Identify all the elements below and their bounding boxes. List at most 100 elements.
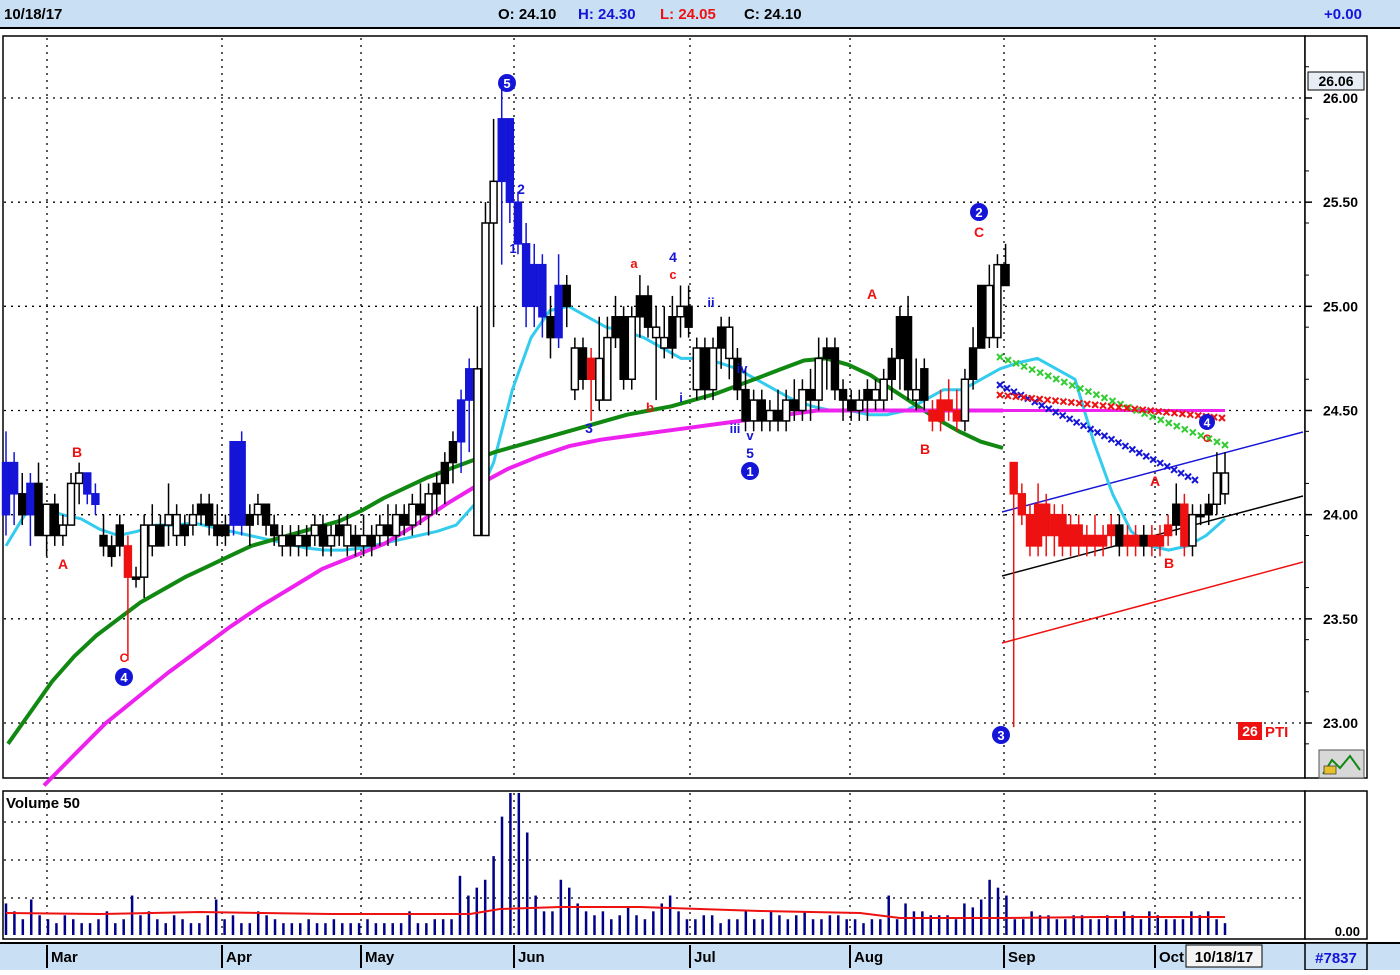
wave-3: 3 — [585, 420, 593, 436]
candle — [619, 306, 628, 390]
wave-5: 5 — [746, 445, 754, 461]
candle-body — [936, 399, 945, 422]
wave-2: 2 — [517, 181, 525, 197]
candle-body — [310, 524, 320, 537]
candle-body — [895, 316, 905, 360]
candle-body — [164, 513, 173, 526]
candle-body — [1017, 493, 1027, 516]
candle-body — [513, 201, 523, 245]
chart-settings-icon[interactable] — [1318, 749, 1365, 779]
candle-body — [790, 399, 799, 412]
candle-body — [1009, 461, 1018, 495]
month-label: May — [365, 949, 395, 966]
candle-body — [1123, 534, 1132, 547]
candle-body — [334, 524, 344, 537]
candle-body — [1139, 534, 1148, 547]
candle-body — [928, 409, 937, 422]
header-change: +0.00 — [1324, 6, 1362, 23]
candle-body — [976, 284, 986, 349]
candle-body — [302, 534, 311, 547]
wave-A-left: A — [58, 556, 68, 572]
wave-circle-4-right-label: 4 — [1204, 416, 1211, 430]
candle-body — [798, 388, 807, 412]
candle-body — [1107, 524, 1116, 537]
wave-iv: iv — [737, 361, 749, 376]
candle-body — [814, 357, 823, 401]
candle-body — [1090, 534, 1100, 547]
wave-circle-5-label: 5 — [503, 76, 510, 91]
wave-B-right: B — [1164, 555, 1174, 571]
header-close: C: 24.10 — [744, 6, 802, 23]
candle-body — [595, 357, 604, 401]
candle-body — [440, 461, 450, 485]
candle-body — [846, 399, 856, 412]
candle-body — [481, 222, 490, 537]
candle-body — [765, 409, 775, 422]
candle-body — [188, 513, 198, 526]
candle-body — [781, 399, 791, 422]
candle-body — [1098, 534, 1108, 547]
candle-body — [351, 534, 360, 547]
pti-label: PTI — [1265, 724, 1288, 741]
candle-body — [180, 524, 189, 537]
candle-body — [107, 545, 116, 558]
candle-body — [1155, 534, 1165, 547]
candle-body — [1131, 534, 1140, 547]
wave-c-small: c — [669, 267, 676, 282]
candle-body — [318, 524, 328, 547]
candle-body — [408, 503, 417, 526]
candle-body — [530, 263, 539, 308]
wave-i: i — [679, 390, 683, 405]
candle-body — [278, 534, 287, 547]
candle-body — [58, 524, 68, 537]
candle-body — [538, 263, 547, 318]
candle-body — [213, 524, 222, 537]
candle-body — [343, 524, 352, 547]
wave-A-right: A — [1150, 473, 1160, 489]
candle-body — [911, 388, 921, 401]
candle-body — [367, 534, 376, 547]
candle-body — [660, 336, 669, 349]
candle-body — [123, 545, 133, 578]
candle-body — [871, 388, 880, 401]
candle-body — [985, 284, 994, 339]
candle-body — [1172, 503, 1181, 526]
wave-C-left: C — [120, 651, 129, 665]
candle — [237, 431, 246, 536]
wave-b-small: b — [646, 400, 654, 415]
candle-body — [74, 472, 84, 485]
price-tick-label: 23.00 — [1323, 715, 1358, 731]
candle-body — [18, 493, 27, 516]
candle-body — [286, 534, 295, 547]
wave-4: 4 — [669, 249, 677, 265]
month-label: Sep — [1008, 949, 1036, 966]
volume-axis[interactable] — [1304, 790, 1368, 940]
candle-body — [879, 378, 888, 401]
candle-body — [952, 409, 962, 422]
candle-body — [668, 316, 677, 349]
candle-body — [172, 513, 181, 537]
candle-body — [741, 388, 750, 422]
candle-body — [1033, 503, 1043, 547]
candle-body — [920, 368, 929, 401]
header-low: L: 24.05 — [660, 6, 716, 23]
candle-body — [562, 284, 571, 308]
candle-body — [391, 513, 401, 537]
candle — [993, 254, 1002, 348]
wave-B-left: B — [72, 444, 82, 460]
wave-A-mid: A — [867, 286, 877, 302]
candle-body — [1196, 513, 1205, 518]
candle — [229, 441, 238, 536]
candle-body — [1180, 503, 1189, 547]
candle-body — [326, 534, 336, 547]
candle-body — [1212, 472, 1222, 505]
candle — [976, 284, 986, 349]
candle-body — [684, 305, 693, 328]
header-high: H: 24.30 — [578, 6, 636, 23]
cursor-date: 10/18/17 — [1195, 949, 1253, 966]
wave-ii: ii — [707, 295, 714, 310]
price-chart-svg: 10/18/17 O: 24.10 H: 24.30 L: 24.05 C: 2… — [0, 0, 1400, 971]
candle-body — [716, 326, 726, 349]
candle-body — [960, 378, 970, 422]
candle-body — [1188, 513, 1197, 547]
